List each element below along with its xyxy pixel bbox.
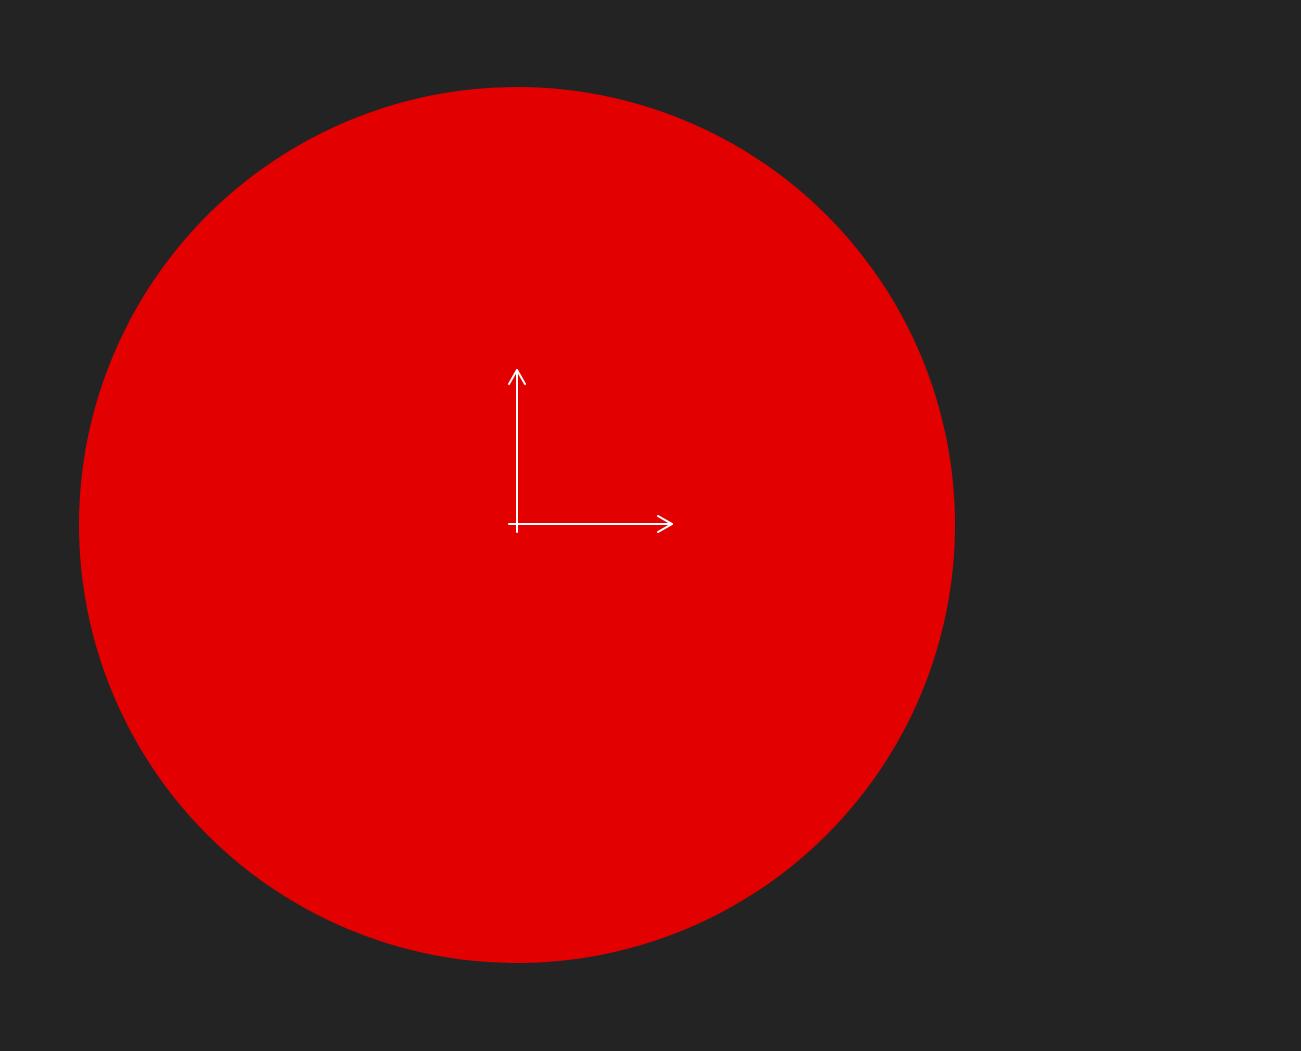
canvas-viewport[interactable] xyxy=(0,0,1301,1051)
scene-canvas[interactable] xyxy=(0,0,1301,1051)
